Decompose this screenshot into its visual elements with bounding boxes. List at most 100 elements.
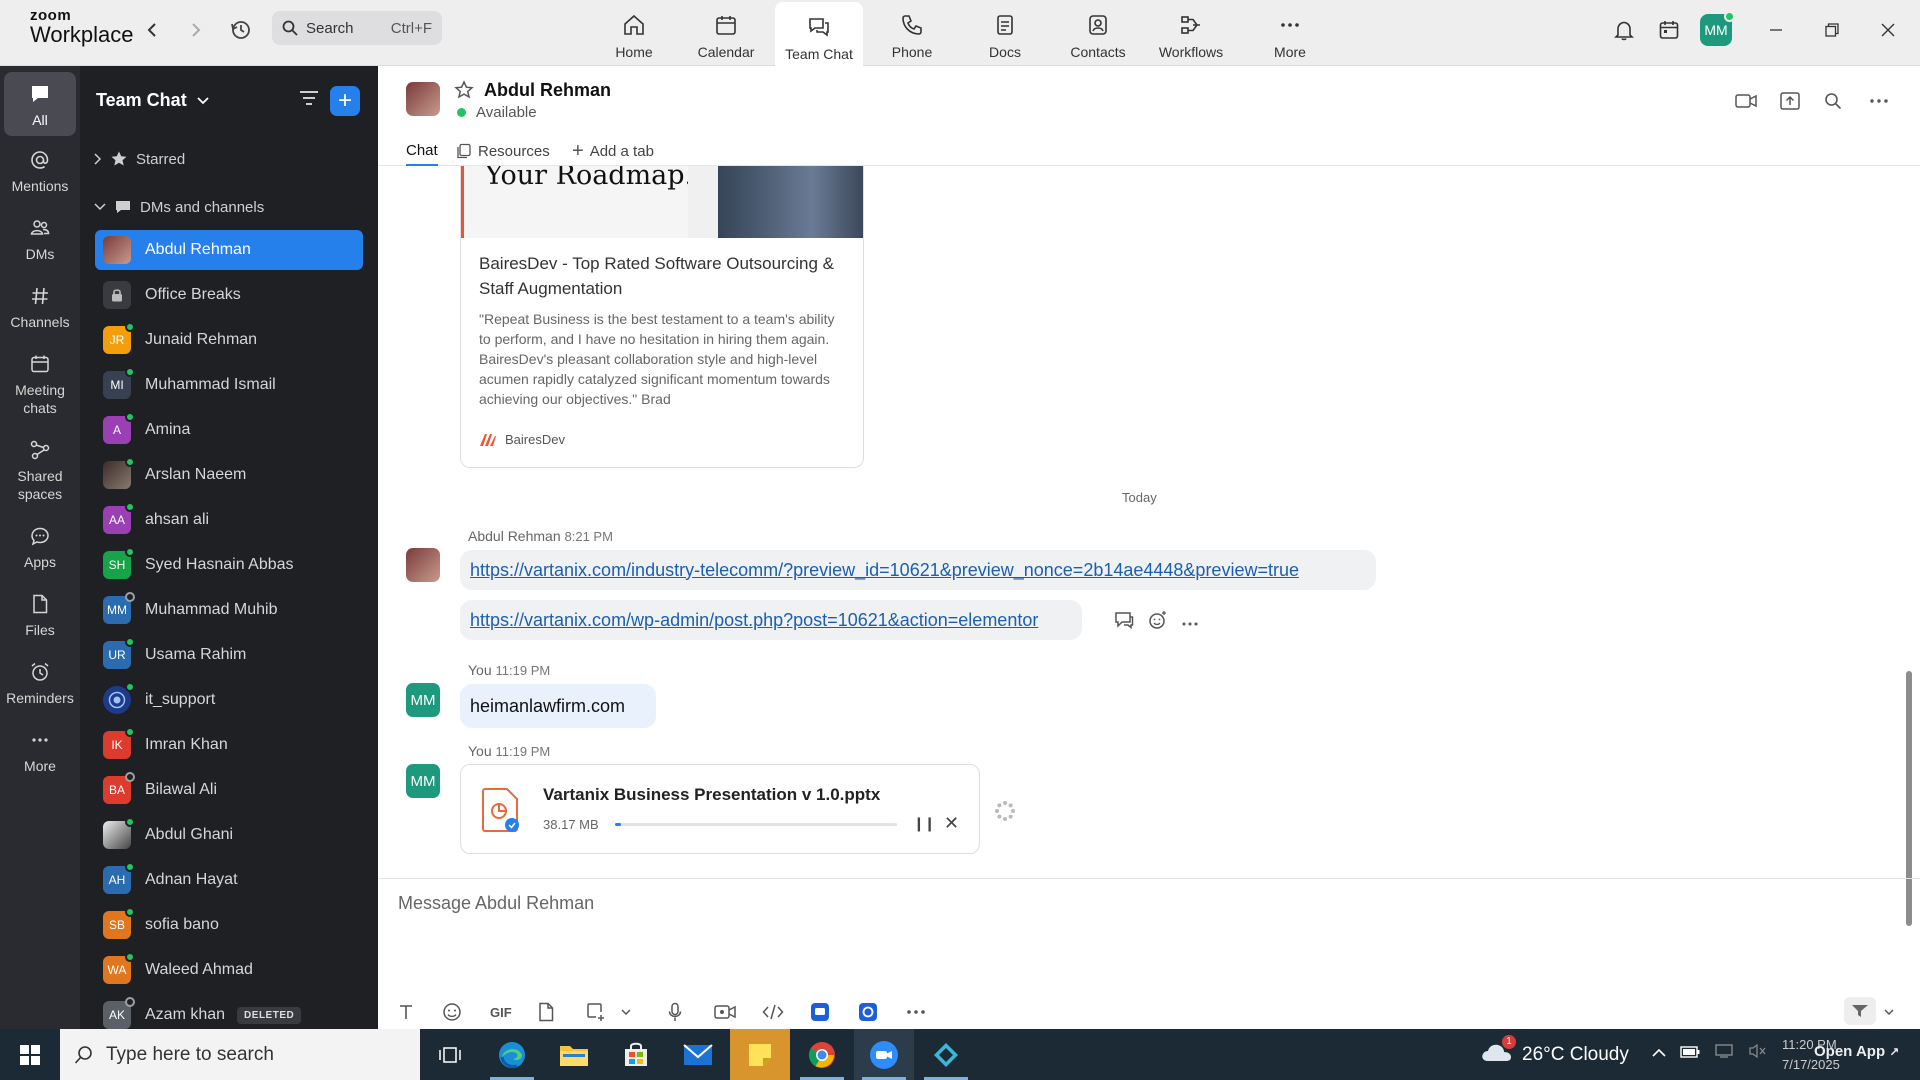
- rail-channels[interactable]: Channels: [0, 282, 80, 332]
- nav-contacts[interactable]: Contacts: [1054, 0, 1142, 66]
- rail-all[interactable]: All: [4, 72, 76, 136]
- add-tab-button[interactable]: + Add a tab: [572, 136, 654, 166]
- restore-button[interactable]: [1816, 14, 1848, 46]
- taskbar-app-diamond[interactable]: [916, 1029, 976, 1080]
- sidebar-item-abdul-rehman[interactable]: Abdul Rehman: [95, 230, 363, 270]
- rail-apps[interactable]: Apps: [0, 522, 80, 572]
- rail-shared-spaces[interactable]: Shared spaces: [0, 436, 80, 503]
- message-input[interactable]: Message Abdul Rehman: [398, 893, 594, 914]
- nav-more[interactable]: More: [1246, 0, 1334, 66]
- composer-more-button[interactable]: [906, 1001, 926, 1023]
- tab-resources[interactable]: Resources: [456, 136, 550, 166]
- contact-avatar[interactable]: [406, 82, 440, 116]
- cancel-upload-button[interactable]: ✕: [944, 813, 959, 834]
- nav-workflows[interactable]: Workflows: [1147, 0, 1235, 66]
- link-preview-title[interactable]: BairesDev - Top Rated Software Outsourci…: [479, 252, 849, 301]
- chat-more-button[interactable]: [1864, 86, 1894, 116]
- sender-avatar[interactable]: MM: [406, 764, 440, 798]
- send-options-dropdown[interactable]: [1884, 1001, 1894, 1023]
- rail-dms[interactable]: DMs: [0, 214, 80, 264]
- sidebar-item-abdul-ghani[interactable]: Abdul Ghani: [95, 815, 363, 855]
- tray-overflow-button[interactable]: [1652, 1045, 1666, 1063]
- search-box[interactable]: Search Ctrl+F: [272, 11, 442, 45]
- nav-team-chat[interactable]: Team Chat: [775, 2, 863, 66]
- share-screen-button[interactable]: [1775, 86, 1805, 116]
- section-starred[interactable]: Starred: [94, 150, 185, 168]
- video-call-button[interactable]: [1731, 86, 1761, 116]
- sidebar-item-amina[interactable]: A Amina: [95, 410, 363, 450]
- screenshot-options-dropdown[interactable]: [621, 1001, 631, 1023]
- add-reaction-button[interactable]: [1148, 610, 1168, 635]
- attach-file-button[interactable]: [538, 1001, 554, 1023]
- link-preview-card[interactable]: Your Roadmap. BairesDev - Top Rated Soft…: [460, 166, 864, 468]
- history-button[interactable]: [225, 14, 257, 46]
- profile-button[interactable]: MM: [1700, 11, 1735, 46]
- taskbar-file-explorer[interactable]: [544, 1029, 604, 1080]
- task-view-button[interactable]: [420, 1029, 480, 1080]
- sender-avatar[interactable]: [406, 548, 440, 582]
- video-message-button[interactable]: [714, 1001, 736, 1023]
- voice-message-button[interactable]: [668, 1001, 682, 1023]
- sidebar-item-sofia-bano[interactable]: SB sofia bano: [95, 905, 363, 945]
- sidebar-item-junaid-rehman[interactable]: JR Junaid Rehman: [95, 320, 363, 360]
- sidebar-item-office-breaks[interactable]: Office Breaks: [95, 275, 363, 315]
- forward-button[interactable]: [180, 14, 212, 46]
- taskbar-zoom[interactable]: [854, 1029, 914, 1080]
- sidebar-item-muhammad-muhib[interactable]: MM Muhammad Muhib: [95, 590, 363, 630]
- send-button[interactable]: [1844, 997, 1876, 1025]
- back-button[interactable]: [136, 14, 168, 46]
- emoji-button[interactable]: [442, 1001, 462, 1023]
- rail-mentions[interactable]: Mentions: [0, 146, 80, 196]
- screenshot-button[interactable]: [586, 1001, 606, 1023]
- notifications-button[interactable]: [1608, 14, 1640, 46]
- sidebar-item-muhammad-ismail[interactable]: MI Muhammad Ismail: [95, 365, 363, 405]
- sidebar-title-dropdown[interactable]: Team Chat: [96, 90, 209, 111]
- sidebar-item-it-support[interactable]: it_support: [95, 680, 363, 720]
- pause-upload-button[interactable]: ❙❙: [913, 815, 935, 832]
- reply-button[interactable]: [1114, 611, 1134, 634]
- nav-calendar[interactable]: Calendar: [682, 0, 770, 66]
- sidebar-item-imran-khan[interactable]: IK Imran Khan: [95, 725, 363, 765]
- battery-button[interactable]: [1680, 1045, 1700, 1063]
- taskbar-search[interactable]: Type here to search: [60, 1029, 420, 1080]
- sidebar-item-azam-khan[interactable]: AK Azam khan DELETED: [95, 995, 363, 1029]
- format-text-button[interactable]: [398, 1001, 414, 1023]
- rail-reminders[interactable]: Reminders: [0, 658, 80, 708]
- sidebar-item-ahsan-ali[interactable]: AA ahsan ali: [95, 500, 363, 540]
- sidebar-item-waleed-ahmad[interactable]: WA Waleed Ahmad: [95, 950, 363, 990]
- section-dms-channels[interactable]: DMs and channels: [94, 198, 264, 216]
- message-more-button[interactable]: [1182, 614, 1198, 632]
- favorite-star-button[interactable]: [454, 80, 474, 106]
- rail-files[interactable]: Files: [0, 590, 80, 640]
- taskbar-chrome[interactable]: [792, 1029, 852, 1080]
- code-snippet-button[interactable]: [762, 1001, 784, 1023]
- taskbar-store[interactable]: [606, 1029, 666, 1080]
- open-app-button[interactable]: Open App ↗: [1814, 1043, 1899, 1060]
- message-link[interactable]: https://vartanix.com/wp-admin/post.php?p…: [470, 610, 1038, 631]
- nav-docs[interactable]: Docs: [961, 0, 1049, 66]
- taskbar-mail[interactable]: [668, 1029, 728, 1080]
- sidebar-item-usama-rahim[interactable]: UR Usama Rahim: [95, 635, 363, 675]
- app-button-1[interactable]: [810, 1001, 830, 1023]
- sender-avatar[interactable]: MM: [406, 683, 440, 717]
- app-button-2[interactable]: [858, 1001, 878, 1023]
- tab-chat[interactable]: Chat: [406, 136, 438, 166]
- message-link[interactable]: https://vartanix.com/industry-telecomm/?…: [470, 560, 1299, 581]
- nav-home[interactable]: Home: [590, 0, 678, 66]
- taskbar-sticky-notes[interactable]: [730, 1029, 790, 1080]
- start-button[interactable]: [0, 1029, 60, 1080]
- rail-meeting-chats[interactable]: Meeting chats: [0, 350, 80, 417]
- sidebar-item-syed-hasnain-abbas[interactable]: SH Syed Hasnain Abbas: [95, 545, 363, 585]
- close-window-button[interactable]: [1872, 14, 1904, 46]
- file-upload-card[interactable]: Vartanix Business Presentation v 1.0.ppt…: [460, 764, 980, 854]
- filter-button[interactable]: [298, 88, 320, 113]
- sidebar-item-bilawal-ali[interactable]: BA Bilawal Ali: [95, 770, 363, 810]
- weather-widget[interactable]: 1 26°C Cloudy: [1480, 1029, 1629, 1080]
- volume-button[interactable]: [1748, 1043, 1766, 1064]
- schedule-button[interactable]: [1653, 14, 1685, 46]
- gif-button[interactable]: GIF: [490, 1001, 512, 1023]
- sidebar-item-arslan-naeem[interactable]: Arslan Naeem: [95, 455, 363, 495]
- taskbar-edge[interactable]: [482, 1029, 542, 1080]
- new-chat-button[interactable]: +: [330, 86, 360, 116]
- contact-name[interactable]: Abdul Rehman: [484, 80, 611, 101]
